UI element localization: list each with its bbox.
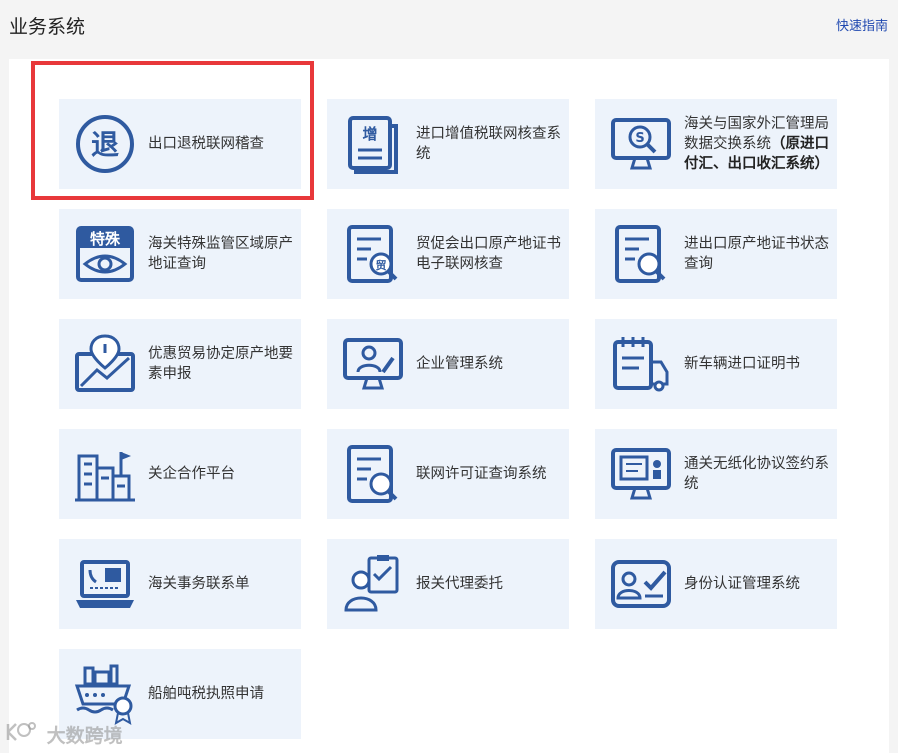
card-forex-data-exchange[interactable]: S 海关与国家外汇管理局数据交换系统（原进口付汇、出口收汇系统） bbox=[595, 99, 837, 189]
map-pin-chart-icon bbox=[73, 332, 137, 396]
card-label: 新车辆进口证明书 bbox=[684, 356, 800, 372]
card-label: 船舶吨税执照申请 bbox=[148, 686, 264, 702]
vat-document-icon: 增 bbox=[341, 112, 405, 176]
identity-check-icon bbox=[609, 552, 673, 616]
card-enterprise-management[interactable]: 企业管理系统 bbox=[327, 319, 569, 409]
license-search-icon bbox=[341, 442, 405, 506]
card-customs-agent-entrustment[interactable]: 报关代理委托 bbox=[327, 539, 569, 629]
watermark-text: 大数跨境 bbox=[46, 725, 123, 747]
card-label: 企业管理系统 bbox=[416, 356, 503, 372]
card-label: 报关代理委托 bbox=[416, 576, 503, 592]
svg-text:S: S bbox=[635, 131, 644, 146]
card-label: 进口增值税联网核查系统 bbox=[416, 126, 561, 162]
card-license-query[interactable]: 联网许可证查询系统 bbox=[327, 429, 569, 519]
card-special-zone-origin-query[interactable]: 特殊 海关特殊监管区域原产地证查询 bbox=[59, 209, 301, 299]
special-zone-eye-icon: 特殊 bbox=[73, 222, 137, 286]
card-origin-cert-status[interactable]: 进出口原产地证书状态查询 bbox=[595, 209, 837, 299]
card-label: 出口退税联网稽查 bbox=[148, 136, 264, 152]
card-preferential-trade-origin[interactable]: 优惠贸易协定原产地要素申报 bbox=[59, 319, 301, 409]
card-ccpit-origin-check[interactable]: 贸 贸促会出口原产地证书电子联网核查 bbox=[327, 209, 569, 299]
document-search-icon bbox=[609, 222, 673, 286]
watermark: 大数跨境 bbox=[4, 721, 123, 748]
refund-icon-glyph: 退 bbox=[91, 128, 119, 161]
page-title: 业务系统 bbox=[9, 16, 86, 38]
trade-icon-glyph: 贸 bbox=[376, 258, 387, 272]
vat-icon-glyph: 增 bbox=[362, 125, 377, 143]
card-customs-enterprise-platform[interactable]: 关企合作平台 bbox=[59, 429, 301, 519]
id-monitor-icon bbox=[609, 442, 673, 506]
monitor-search-icon: S bbox=[609, 112, 673, 176]
ship-badge-icon bbox=[73, 662, 137, 726]
card-label: 关企合作平台 bbox=[148, 466, 235, 482]
vehicle-calendar-icon bbox=[609, 332, 673, 396]
card-customs-contact-form[interactable]: 海关事务联系单 bbox=[59, 539, 301, 629]
card-label: 通关无纸化协议签约系统 bbox=[684, 456, 829, 492]
watermark-logo-icon bbox=[4, 721, 38, 748]
card-paperless-clearance-agreement[interactable]: 通关无纸化协议签约系统 bbox=[595, 429, 837, 519]
refund-icon: 退 bbox=[73, 112, 137, 176]
card-label: 身份认证管理系统 bbox=[684, 576, 800, 592]
laptop-contact-icon bbox=[73, 552, 137, 616]
card-label: 联网许可证查询系统 bbox=[416, 466, 547, 482]
page-header: 业务系统 快速指南 bbox=[0, 0, 898, 50]
business-systems-panel: 退 出口退税联网稽查 增 进口增值税联网核查系统 S 海关与国家外汇管理局数据交… bbox=[9, 59, 889, 753]
card-label: 优惠贸易协定原产地要素申报 bbox=[148, 346, 293, 382]
card-label: 海关特殊监管区域原产地证查询 bbox=[148, 236, 293, 272]
agent-clipboard-icon bbox=[341, 552, 405, 616]
buildings-icon bbox=[73, 442, 137, 506]
card-identity-auth-management[interactable]: 身份认证管理系统 bbox=[595, 539, 837, 629]
card-label: 进出口原产地证书状态查询 bbox=[684, 236, 829, 272]
card-label: 海关事务联系单 bbox=[148, 576, 250, 592]
card-vehicle-import-certificate[interactable]: 新车辆进口证明书 bbox=[595, 319, 837, 409]
special-zone-icon-glyph: 特殊 bbox=[90, 230, 121, 248]
quick-guide-link[interactable]: 快速指南 bbox=[836, 15, 888, 34]
trade-document-icon: 贸 bbox=[341, 222, 405, 286]
card-label: 海关与国家外汇管理局数据交换系统（原进口付汇、出口收汇系统） bbox=[684, 114, 831, 174]
card-label: 贸促会出口原产地证书电子联网核查 bbox=[416, 236, 561, 272]
user-monitor-icon bbox=[341, 332, 405, 396]
card-import-vat-check[interactable]: 增 进口增值税联网核查系统 bbox=[327, 99, 569, 189]
card-export-refund-audit[interactable]: 退 出口退税联网稽查 bbox=[59, 99, 301, 189]
